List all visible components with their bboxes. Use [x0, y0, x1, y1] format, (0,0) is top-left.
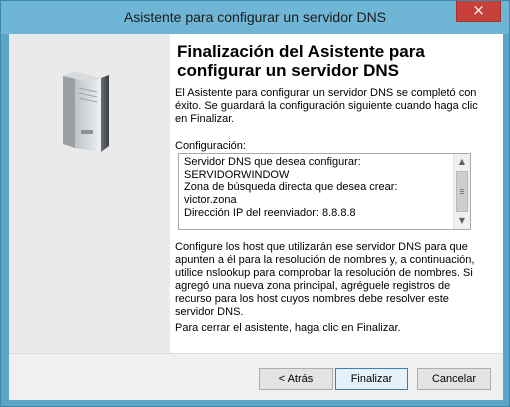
grip-line	[460, 193, 464, 194]
config-line: SERVIDORWINDOW	[184, 168, 290, 181]
config-summary-text: Servidor DNS que desea configurar: SERVI…	[184, 156, 449, 220]
close-icon: ×	[472, 1, 485, 19]
wizard-heading: Finalización del Asistente para configur…	[177, 42, 425, 80]
grip-line	[460, 189, 464, 190]
config-line: victor.zona	[184, 194, 237, 207]
intro-text: El Asistente para configurar un servidor…	[175, 87, 478, 125]
server-icon	[63, 72, 109, 152]
config-line: Zona de búsqueda directa que desea crear…	[184, 181, 398, 194]
left-panel	[9, 34, 170, 353]
close-instructions-text: Para cerrar el asistente, haga clic en F…	[175, 322, 401, 334]
scroll-up-arrow-icon[interactable]: ▲	[454, 154, 470, 170]
config-summary-box[interactable]: Servidor DNS que desea configurar: SERVI…	[178, 153, 471, 230]
back-button[interactable]: < Atrás	[259, 368, 333, 390]
grip-line	[460, 191, 464, 192]
close-button[interactable]: ×	[456, 1, 501, 22]
scrollbar-thumb[interactable]	[456, 171, 468, 212]
wizard-window: Asistente para configurar un servidor DN…	[0, 0, 510, 407]
wizard-body: Finalización del Asistente para configur…	[9, 34, 503, 400]
config-line: Servidor DNS que desea configurar:	[184, 156, 361, 168]
window-title: Asistente para configurar un servidor DN…	[123, 9, 387, 25]
config-line: Dirección IP del reenviador: 8.8.8.8	[184, 206, 356, 219]
vertical-scrollbar[interactable]: ▲ ▼	[453, 154, 470, 229]
finish-button[interactable]: Finalizar	[335, 368, 408, 390]
scroll-down-arrow-icon[interactable]: ▼	[454, 213, 470, 229]
title-bar[interactable]: Asistente para configurar un servidor DN…	[1, 1, 509, 34]
instructions-text: Configure los host que utilizarán ese se…	[175, 241, 487, 319]
instructions-paragraph: Configure los host que utilizarán ese se…	[175, 241, 475, 318]
config-label: Configuración:	[175, 140, 246, 152]
cancel-button[interactable]: Cancelar	[417, 368, 491, 390]
